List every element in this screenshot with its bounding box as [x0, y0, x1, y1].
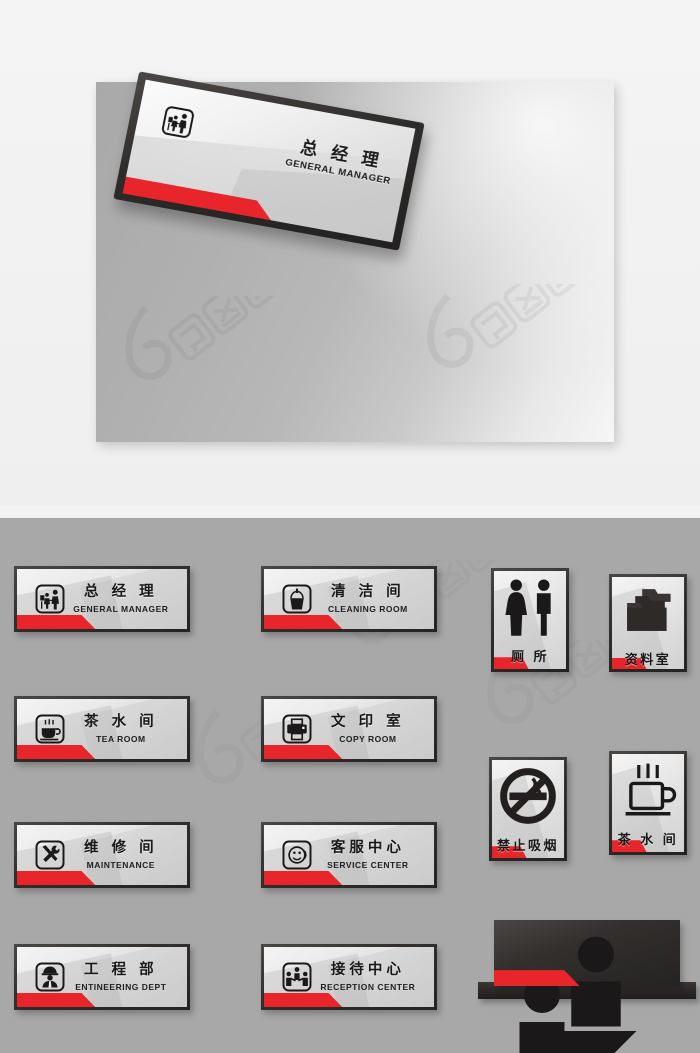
restroom-male-female-icon — [501, 576, 559, 638]
sign-label-en: TEA ROOM — [96, 733, 146, 744]
tea-cup-icon — [35, 714, 65, 744]
sign-label-cn: 维 修 间 — [84, 840, 158, 857]
sign-card-cleaning-bucket[interactable]: 清 洁 间 CLEANING ROOM — [261, 566, 437, 632]
sign-face: 清 洁 间 CLEANING ROOM — [264, 569, 434, 629]
sign-card-tea-cup[interactable]: 茶 水 间 TEA ROOM — [14, 696, 190, 762]
sign-label-cn: 厕 所 — [510, 649, 550, 665]
sign-labels: 清 洁 间 CLEANING ROOM — [312, 584, 434, 613]
sign-card-mug-steam[interactable]: 茶 水 间 — [609, 751, 687, 855]
engineer-helmet-icon — [35, 962, 65, 992]
sign-card-headset-smiley[interactable]: 客服中心 SERVICE CENTER — [261, 822, 437, 888]
sign-face: 总 经 理 GENERAL MANAGER — [17, 569, 187, 629]
sign-label-cn: 茶 水 间 — [84, 714, 158, 731]
sign-face: 接待中心 RECEPTION CENTER — [264, 947, 434, 1007]
sign-label-en: RECEPTION CENTER — [320, 981, 416, 992]
sign-face: 文 印 室 COPY ROOM — [264, 699, 434, 759]
folder-files-icon — [619, 579, 677, 641]
sign-face: 厕 所 — [494, 571, 566, 669]
sign-labels: 接待中心 RECEPTION CENTER — [312, 962, 434, 991]
sign-labels: 维 修 间 MAINTENANCE — [65, 840, 187, 869]
sign-label-cn: 工 程 部 — [84, 962, 158, 979]
sign-label-cn: 文 印 室 — [331, 714, 405, 731]
sign-label-en: MAINTENANCE — [86, 859, 155, 870]
sign-label-en: CLEANING ROOM — [327, 603, 408, 614]
cleaning-bucket-icon — [282, 584, 312, 614]
sign-face: 资料室 — [612, 577, 684, 669]
sign-label-cn: 总 经 理 — [84, 584, 158, 601]
desk-sign-face: 接待中心 — [494, 923, 677, 1053]
headset-smiley-icon — [282, 840, 312, 870]
sign-labels: 客服中心 SERVICE CENTER — [312, 840, 434, 869]
sign-labels: 文 印 室 COPY ROOM — [312, 714, 434, 743]
sign-label-cn: 资料室 — [624, 652, 672, 668]
mug-steam-icon — [619, 759, 677, 821]
sign-card-manager-presentation[interactable]: 总 经 理 GENERAL MANAGER — [14, 566, 190, 632]
sign-label-en: GENERAL MANAGER — [73, 603, 169, 614]
no-smoking-icon — [499, 765, 557, 827]
hero-mockup-section: 总 经 理 GENERAL MANAGER — [0, 0, 700, 505]
sign-card-reception-people[interactable]: 接待中心 RECEPTION CENTER — [261, 944, 437, 1010]
sign-face: 工 程 部 ENTINEERING DEPT — [17, 947, 187, 1007]
sign-card-no-smoking[interactable]: 禁止吸烟 — [489, 757, 567, 861]
sign-label-cn: 接待中心 — [330, 962, 405, 979]
printer-icon — [282, 714, 312, 744]
desk-stand-sign: 接待中心 — [494, 920, 680, 1053]
sign-label-cn: 客服中心 — [330, 840, 405, 857]
sign-label-cn: 清 洁 间 — [331, 584, 405, 601]
sign-label-cn: 茶 水 间 — [617, 832, 679, 848]
sign-face: 客服中心 SERVICE CENTER — [264, 825, 434, 885]
sign-face: 茶 水 间 — [612, 754, 684, 852]
sign-card-tools-wrench-hammer[interactable]: 维 修 间 MAINTENANCE — [14, 822, 190, 888]
tools-wrench-hammer-icon — [35, 840, 65, 870]
sign-labels: 总 经 理 GENERAL MANAGER — [65, 584, 187, 613]
sign-label-en: ENTINEERING DEPT — [75, 981, 167, 992]
manager-presentation-icon — [35, 584, 65, 614]
sign-label-en: COPY ROOM — [339, 733, 397, 744]
sign-card-folder-files[interactable]: 资料室 — [609, 574, 687, 672]
sign-card-engineer-helmet[interactable]: 工 程 部 ENTINEERING DEPT — [14, 944, 190, 1010]
sign-face: 茶 水 间 TEA ROOM — [17, 699, 187, 759]
sign-label-en: SERVICE CENTER — [327, 859, 409, 870]
sign-face: 维 修 间 MAINTENANCE — [17, 825, 187, 885]
manager-presentation-icon — [160, 105, 196, 140]
sign-face: 禁止吸烟 — [492, 760, 564, 858]
reception-desk-person-icon — [497, 923, 677, 1053]
reception-people-icon — [282, 962, 312, 992]
sign-label-cn: 禁止吸烟 — [496, 838, 559, 854]
sign-card-restroom-male-female[interactable]: 厕 所 — [491, 568, 569, 672]
sign-labels: 工 程 部 ENTINEERING DEPT — [65, 962, 187, 991]
sign-card-printer[interactable]: 文 印 室 COPY ROOM — [261, 696, 437, 762]
sign-labels: 茶 水 间 TEA ROOM — [65, 714, 187, 743]
